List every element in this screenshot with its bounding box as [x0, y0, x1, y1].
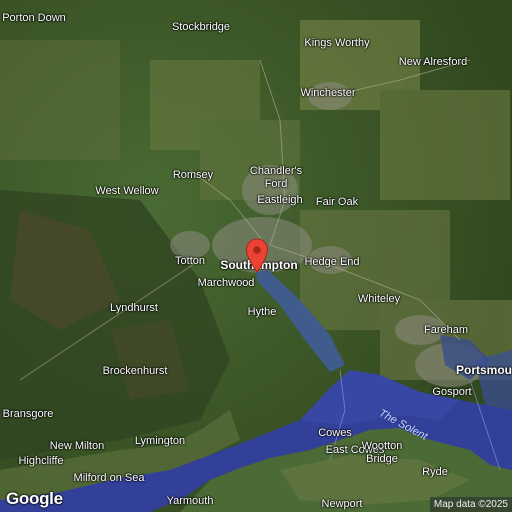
- place-label-new-milton: New Milton: [49, 440, 105, 452]
- place-label-brockenhurst: Brockenhurst: [102, 365, 168, 377]
- satellite-map[interactable]: Porton Down Stockbridge Kings Worthy New…: [0, 0, 512, 512]
- map-attribution[interactable]: Map data ©2025: [429, 497, 512, 512]
- place-label-cowes: Cowes: [318, 427, 352, 439]
- location-marker-icon[interactable]: [245, 238, 269, 274]
- place-label-newport: Newport: [321, 498, 363, 510]
- place-label-kings-worthy: Kings Worthy: [304, 37, 370, 49]
- place-label-chandlers-ford-line2: Ford: [264, 178, 288, 190]
- place-label-wootton-bridge-line1: Wootton: [361, 440, 403, 452]
- place-label-porton-down: Porton Down: [2, 12, 66, 24]
- place-label-stockbridge: Stockbridge: [171, 21, 231, 33]
- place-label-chandlers-ford-line1: Chandler's: [249, 165, 303, 177]
- place-label-winchester: Winchester: [300, 87, 356, 99]
- place-label-marchwood: Marchwood: [197, 277, 255, 289]
- place-label-milford-on-sea: Milford on Sea: [73, 472, 145, 484]
- place-label-highcliffe: Highcliffe: [18, 455, 64, 467]
- google-logo: Google: [6, 489, 63, 508]
- place-label-yarmouth: Yarmouth: [166, 495, 214, 507]
- place-label-lyndhurst: Lyndhurst: [110, 302, 158, 314]
- place-label-romsey: Romsey: [172, 169, 214, 181]
- place-label-eastleigh: Eastleigh: [257, 194, 303, 206]
- place-label-west-wellow: West Wellow: [95, 185, 159, 197]
- place-label-hythe: Hythe: [247, 306, 277, 318]
- place-label-ryde: Ryde: [422, 466, 448, 478]
- place-label-gosport: Gosport: [432, 386, 472, 398]
- place-label-totton: Totton: [175, 255, 205, 267]
- place-label-portsmouth: Portsmou: [455, 363, 512, 377]
- place-label-bransgore: Bransgore: [2, 408, 54, 420]
- place-label-new-alresford: New Alresford: [398, 56, 468, 68]
- place-label-fair-oak: Fair Oak: [315, 196, 359, 208]
- place-label-lymington: Lymington: [134, 435, 186, 447]
- place-label-fareham: Fareham: [423, 324, 469, 336]
- place-label-hedge-end: Hedge End: [304, 256, 360, 268]
- place-label-whiteley: Whiteley: [357, 293, 401, 305]
- place-label-wootton-bridge-line2: Bridge: [366, 453, 398, 465]
